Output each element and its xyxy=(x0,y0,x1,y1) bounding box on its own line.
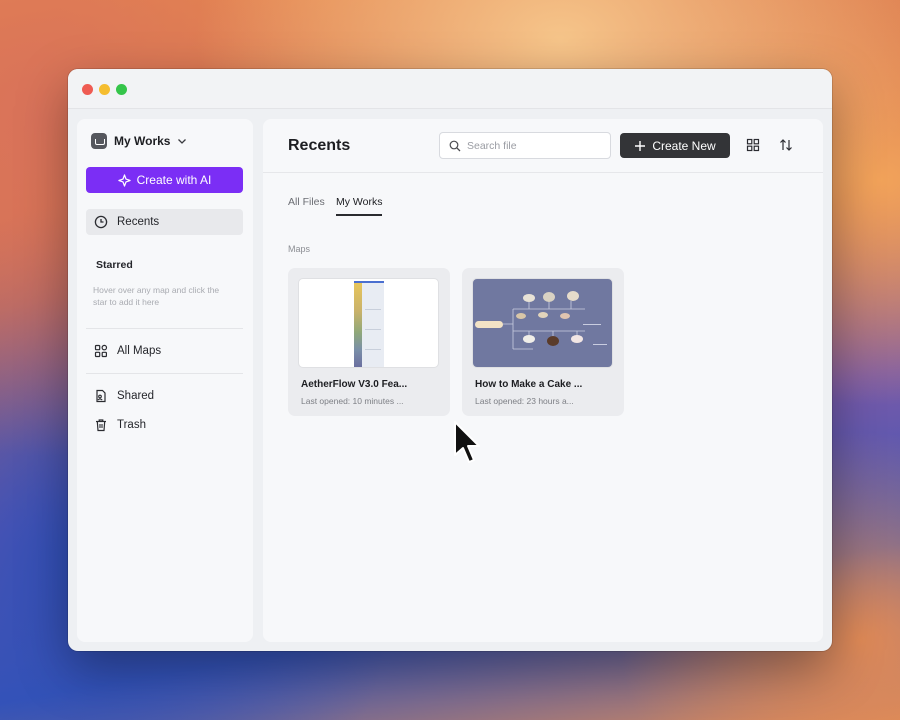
maximize-window-button[interactable] xyxy=(116,84,127,95)
minimize-window-button[interactable] xyxy=(99,84,110,95)
grid-view-button[interactable] xyxy=(744,136,762,154)
title-bar xyxy=(68,69,832,109)
create-new-label: Create New xyxy=(652,138,716,153)
shared-file-icon xyxy=(96,389,106,403)
sidebar-item-label: Recents xyxy=(117,216,160,228)
chevron-down-icon xyxy=(178,139,187,144)
plus-icon xyxy=(635,140,646,151)
mouse-pointer-icon xyxy=(454,421,480,463)
sidebar-item-recents[interactable]: Recents xyxy=(86,209,243,235)
sidebar-item-label: All Maps xyxy=(117,345,162,357)
clock-icon xyxy=(94,215,108,229)
grid-view-icon xyxy=(746,138,760,152)
sidebar: My Works Create with AI Recents Starred … xyxy=(77,119,253,642)
workspace-label: My Works xyxy=(114,134,171,148)
map-thumbnail xyxy=(298,278,439,368)
trash-icon xyxy=(96,419,106,432)
sidebar-item-label: Trash xyxy=(117,419,146,431)
map-card[interactable]: How to Make a Cake ... Last opened: 23 h… xyxy=(462,268,624,416)
map-card-last-opened: Last opened: 23 hours a... xyxy=(475,396,574,406)
starred-heading: Starred xyxy=(96,259,133,271)
map-card-title: AetherFlow V3.0 Fea... xyxy=(301,379,408,390)
active-tab-indicator xyxy=(336,214,382,216)
close-window-button[interactable] xyxy=(82,84,93,95)
sort-button[interactable] xyxy=(777,136,795,154)
map-card[interactable]: AetherFlow V3.0 Fea... Last opened: 10 m… xyxy=(288,268,450,416)
app-window: My Works Create with AI Recents Starred … xyxy=(68,69,832,651)
sidebar-item-label: Shared xyxy=(117,390,155,402)
ai-sparkle-icon xyxy=(117,173,131,187)
sidebar-item-trash[interactable]: Trash xyxy=(86,412,243,438)
workspace-switcher[interactable]: My Works xyxy=(91,132,187,150)
starred-empty-hint: Hover over any map and click the star to… xyxy=(93,285,220,307)
sidebar-item-shared[interactable]: Shared xyxy=(86,383,243,409)
header-divider xyxy=(263,172,823,173)
create-with-ai-button[interactable]: Create with AI xyxy=(86,167,243,193)
search-icon xyxy=(449,140,461,151)
main-panel: Recents Create New All Files My Works Ma… xyxy=(263,119,823,642)
sidebar-item-all-maps[interactable]: All Maps xyxy=(86,338,243,364)
workspace-icon xyxy=(91,133,107,149)
search-box[interactable] xyxy=(439,132,611,159)
create-new-button[interactable]: Create New xyxy=(620,133,730,158)
sort-arrows-icon xyxy=(780,139,792,151)
map-card-title: How to Make a Cake ... xyxy=(475,379,583,390)
page-title: Recents xyxy=(288,137,351,154)
map-thumbnail xyxy=(472,278,613,368)
search-input[interactable] xyxy=(467,139,597,152)
flowchart-preview-image xyxy=(354,281,384,367)
sidebar-divider xyxy=(86,373,243,374)
map-card-last-opened: Last opened: 10 minutes ... xyxy=(301,396,404,406)
section-label-maps: Maps xyxy=(288,244,311,254)
create-with-ai-label: Create with AI xyxy=(136,173,212,187)
tab-my-works[interactable]: My Works xyxy=(336,196,382,208)
sidebar-divider xyxy=(86,328,243,329)
tab-all-files[interactable]: All Files xyxy=(288,196,325,208)
cake-mindmap-preview-image xyxy=(475,291,607,350)
grid-apps-icon xyxy=(94,344,108,358)
